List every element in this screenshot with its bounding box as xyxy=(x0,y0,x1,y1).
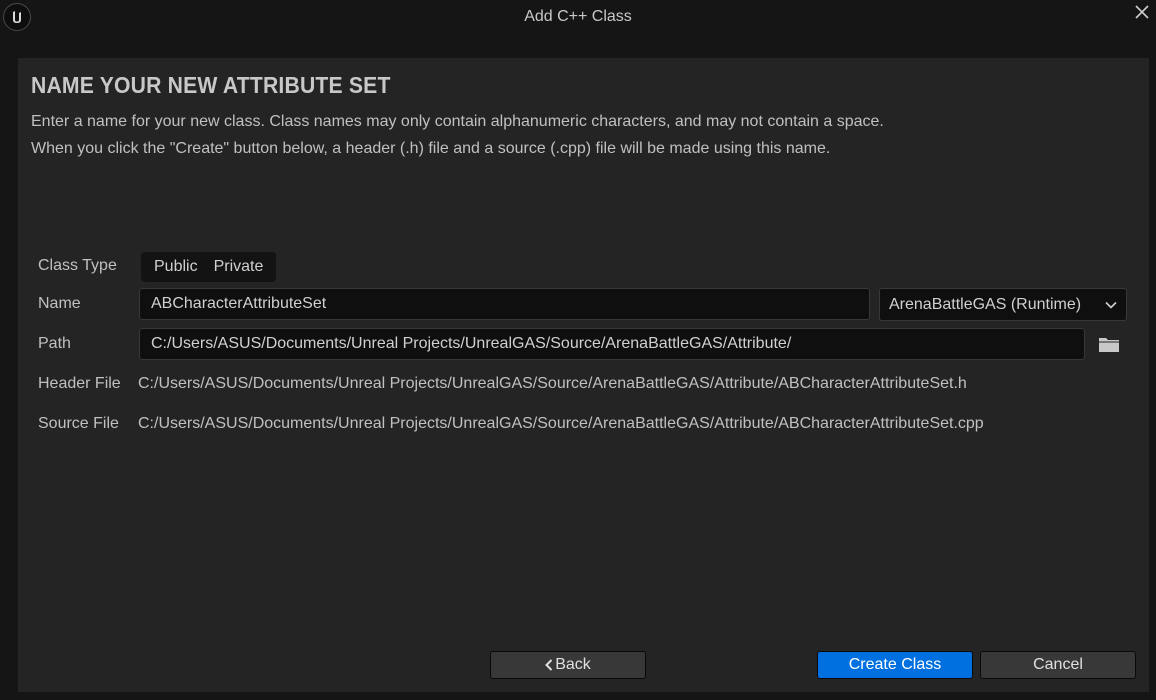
header-file-label: Header File xyxy=(38,375,121,392)
chevron-left-icon xyxy=(545,659,553,671)
close-icon[interactable] xyxy=(1130,0,1154,24)
source-file-path: C:/Users/ASUS/Documents/Unreal Projects/… xyxy=(138,415,984,432)
class-type-toggle: Public Private xyxy=(141,252,277,282)
path-input[interactable]: C:/Users/ASUS/Documents/Unreal Projects/… xyxy=(139,328,1085,360)
path-label: Path xyxy=(38,335,71,352)
name-label: Name xyxy=(38,295,81,312)
page-title: NAME YOUR NEW ATTRIBUTE SET xyxy=(31,72,391,98)
description-line-2: When you click the "Create" button below… xyxy=(31,140,831,157)
folder-icon[interactable] xyxy=(1098,336,1122,354)
class-type-private-option[interactable]: Private xyxy=(206,252,272,282)
module-dropdown-value: ArenaBattleGAS (Runtime) xyxy=(889,295,1082,313)
back-button[interactable]: Back xyxy=(490,651,646,679)
class-type-label: Class Type xyxy=(38,257,117,274)
cancel-button[interactable]: Cancel xyxy=(980,651,1136,679)
add-class-dialog: Add C++ Class NAME YOUR NEW ATTRIBUTE SE… xyxy=(0,0,1156,700)
module-dropdown[interactable]: ArenaBattleGAS (Runtime) xyxy=(879,288,1127,321)
title-bar[interactable]: Add C++ Class xyxy=(0,0,1156,36)
content-panel: NAME YOUR NEW ATTRIBUTE SET Enter a name… xyxy=(18,58,1149,692)
class-name-input[interactable]: ABCharacterAttributeSet xyxy=(139,288,870,320)
create-class-button[interactable]: Create Class xyxy=(817,651,973,679)
class-type-public-option[interactable]: Public xyxy=(146,252,206,282)
header-file-path: C:/Users/ASUS/Documents/Unreal Projects/… xyxy=(138,375,967,392)
chevron-down-icon xyxy=(1105,296,1117,314)
window-title: Add C++ Class xyxy=(524,8,632,25)
source-file-label: Source File xyxy=(38,415,119,432)
back-button-label: Back xyxy=(555,656,591,673)
description-line-1: Enter a name for your new class. Class n… xyxy=(31,113,884,130)
